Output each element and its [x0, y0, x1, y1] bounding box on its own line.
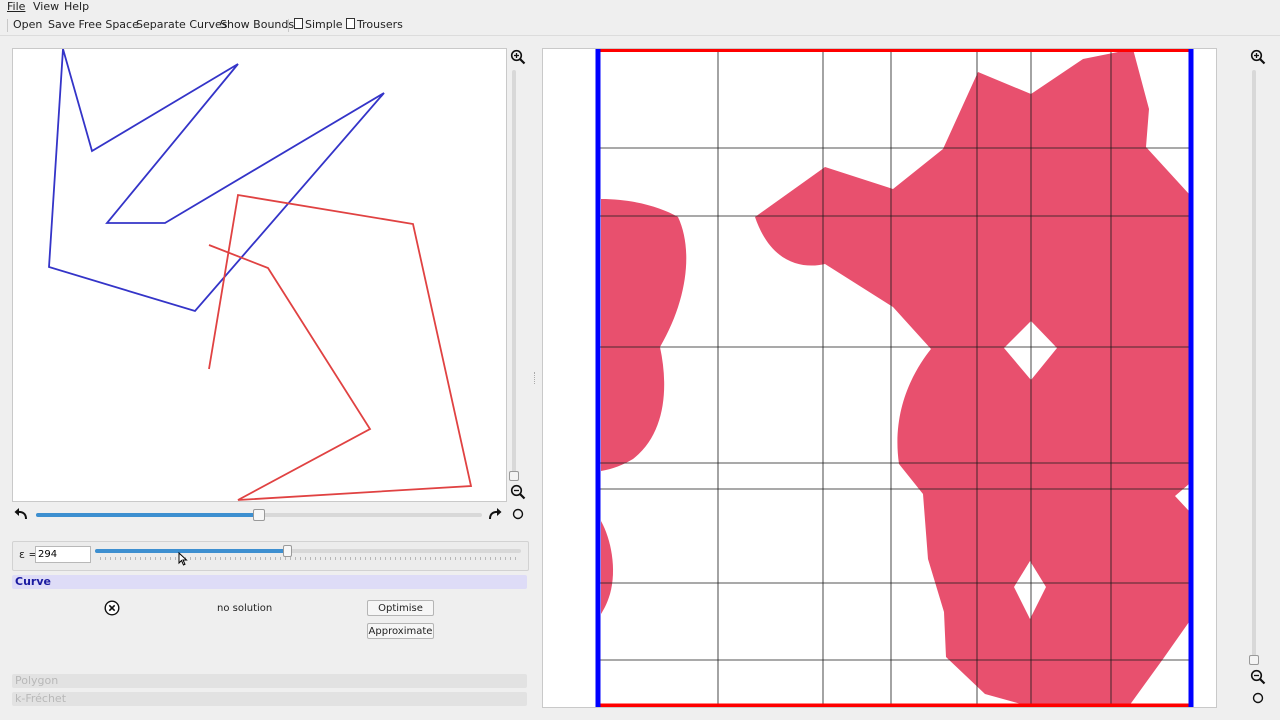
curve-section-header[interactable]: Curve — [12, 575, 527, 589]
reset-view-button-right[interactable] — [1250, 690, 1266, 706]
history-slider-fill — [36, 513, 259, 517]
redo-icon — [489, 508, 502, 520]
zoom-in-icon — [510, 49, 526, 65]
menu-file[interactable]: File — [7, 0, 25, 13]
free-space-view[interactable] — [542, 46, 1217, 709]
epsilon-slider-fill — [95, 549, 287, 553]
optimise-button[interactable]: Optimise — [367, 600, 434, 616]
epsilon-slider-handle[interactable] — [283, 545, 292, 557]
epsilon-slider-ticks — [100, 557, 518, 560]
cross-circle-icon — [104, 600, 120, 616]
reset-view-button[interactable] — [510, 506, 526, 522]
circle-icon — [1252, 692, 1264, 704]
history-slider-handle[interactable] — [253, 509, 265, 521]
epsilon-input[interactable] — [35, 546, 91, 563]
redo-button[interactable] — [487, 506, 503, 522]
show-bounds-button[interactable]: Show Bounds — [220, 18, 294, 31]
zoom-in-button-right[interactable] — [1250, 49, 1266, 65]
polygon-section-header[interactable]: Polygon — [12, 674, 527, 688]
status-indicator — [104, 600, 120, 616]
kfrechet-section-header[interactable]: k-Fréchet — [12, 692, 527, 706]
open-button[interactable]: Open — [13, 18, 42, 31]
curve-p — [48, 48, 385, 313]
menu-help[interactable]: Help — [64, 0, 89, 13]
simple-button[interactable]: Simple — [294, 18, 343, 31]
zoom-out-button[interactable] — [510, 484, 526, 500]
simple-label: Simple — [305, 18, 343, 31]
separate-curves-button[interactable]: Separate Curves — [136, 18, 228, 31]
curve-canvas — [48, 48, 473, 501]
solution-status: no solution — [217, 603, 273, 614]
zoom-out-icon — [510, 484, 526, 500]
document-icon — [294, 18, 303, 29]
zoom-in-icon — [1250, 49, 1266, 65]
toolbar-handle — [7, 19, 8, 32]
circle-icon — [512, 508, 524, 520]
document-icon — [346, 18, 355, 29]
zoom-out-icon — [1250, 669, 1266, 685]
toolbar-separator — [288, 19, 289, 32]
zoom-in-button[interactable] — [510, 49, 526, 65]
approximate-button[interactable]: Approximate — [367, 623, 434, 639]
save-free-space-button[interactable]: Save Free Space — [48, 18, 139, 31]
menu-view[interactable]: View — [33, 0, 59, 13]
menu-bar: File View Help — [0, 0, 1280, 15]
zoom-slider-right[interactable] — [1252, 70, 1256, 662]
trousers-label: Trousers — [357, 18, 403, 31]
undo-icon — [14, 508, 27, 520]
zoom-out-button-right[interactable] — [1250, 669, 1266, 685]
curve-q — [208, 193, 473, 501]
curve-view[interactable] — [12, 48, 507, 502]
free-space-region — [601, 49, 1189, 706]
toolbar: Open Save Free Space Separate Curves Sho… — [0, 16, 1280, 36]
zoom-slider-right-handle[interactable] — [1249, 655, 1259, 665]
zoom-slider-left-handle[interactable] — [509, 471, 519, 481]
free-space-canvas — [595, 46, 1194, 709]
mouse-cursor-icon — [178, 552, 188, 566]
trousers-button[interactable]: Trousers — [346, 18, 403, 31]
undo-button[interactable] — [13, 506, 29, 522]
zoom-slider-left[interactable] — [512, 70, 516, 476]
splitter-handle[interactable] — [534, 372, 537, 384]
